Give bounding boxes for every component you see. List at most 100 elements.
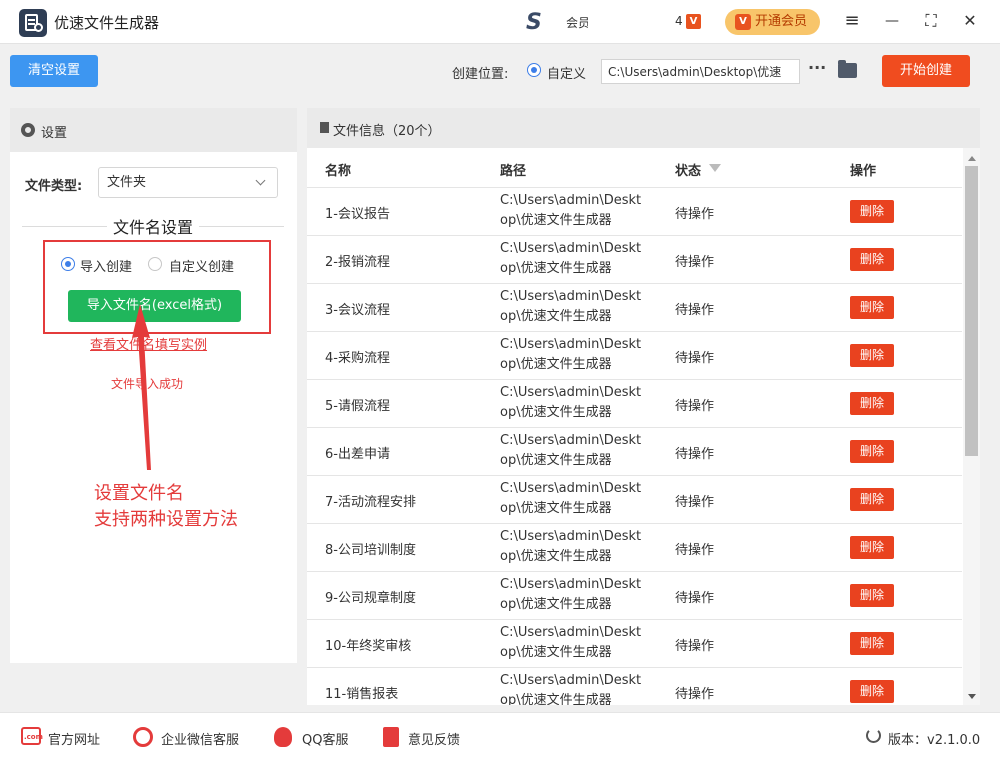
delete-button[interactable]: 删除 <box>850 296 894 319</box>
filter-icon[interactable] <box>709 164 721 172</box>
minimize-icon[interactable]: — <box>881 10 903 32</box>
delete-button[interactable]: 删除 <box>850 440 894 463</box>
row-name: 9-公司规章制度 <box>325 591 416 606</box>
row-path: C:\Users\admin\Desktop\优速文件生成器 <box>500 433 642 468</box>
app-logo-icon <box>19 9 47 37</box>
row-status: 待操作 <box>675 543 715 558</box>
location-custom-radio[interactable] <box>527 63 541 77</box>
ad-logo-icon[interactable]: S <box>526 10 542 35</box>
annotation-arrow <box>132 304 151 470</box>
file-icon <box>320 122 329 133</box>
version-label: 版本：v2.1.0.0 <box>888 733 981 748</box>
delete-button[interactable]: 删除 <box>850 536 894 559</box>
row-name: 2-报销流程 <box>325 255 390 270</box>
table-row: 4-采购流程 C:\Users\admin\Desktop\优速文件生成器 待操作 删… <box>307 332 962 380</box>
table-row: 11-销售报表 C:\Users\admin\Desktop\优速文件生成器 待操作… <box>307 668 962 705</box>
file-table-body: 1-会议报告 C:\Users\admin\Desktop\优速文件生成器 待操作删… <box>307 188 962 705</box>
row-path: C:\Users\admin\Desktop\优速文件生成器 <box>500 577 642 612</box>
row-name: 8-公司培训制度 <box>325 543 416 558</box>
feedback-icon[interactable] <box>383 727 399 747</box>
location-label: 创建位置: <box>452 67 509 82</box>
qq-icon[interactable] <box>274 727 292 747</box>
vip-icon: V <box>735 14 751 30</box>
row-status: 待操作 <box>675 303 715 318</box>
column-path: 路径 <box>500 164 527 179</box>
row-path: C:\Users\admin\Desktop\优速文件生成器 <box>500 481 642 516</box>
table-header: 名称 路径 状态 操作 <box>307 148 962 188</box>
output-path-field[interactable] <box>601 59 800 84</box>
refresh-icon[interactable] <box>866 728 881 743</box>
ad-text[interactable]: 会员 <box>566 14 588 31</box>
table-row: 7-活动流程安排 C:\Users\admin\Desktop\优速文件生成器 待操… <box>307 476 962 524</box>
annotation-line-2: 支持两种设置方法 <box>94 509 238 530</box>
delete-button[interactable]: 删除 <box>850 488 894 511</box>
column-status: 状态 <box>675 164 702 179</box>
menu-icon[interactable]: ≡ <box>841 10 863 32</box>
delete-button[interactable]: 删除 <box>850 344 894 367</box>
website-link[interactable]: 官方网址 <box>48 729 100 748</box>
row-status: 待操作 <box>675 639 715 654</box>
maximize-icon[interactable]: ⛶ <box>920 10 942 32</box>
vip-button-label: 开通会员 <box>755 14 808 29</box>
row-name: 10-年终奖审核 <box>325 639 412 654</box>
row-status: 待操作 <box>675 687 715 702</box>
row-name: 7-活动流程安排 <box>325 495 416 510</box>
row-status: 待操作 <box>675 591 715 606</box>
more-options-icon[interactable]: ··· <box>808 58 826 77</box>
table-row: 6-出差申请 C:\Users\admin\Desktop\优速文件生成器 待操作 删… <box>307 428 962 476</box>
row-path: C:\Users\admin\Desktop\优速文件生成器 <box>500 337 642 372</box>
delete-button[interactable]: 删除 <box>850 680 894 703</box>
row-path: C:\Users\admin\Desktop\优速文件生成器 <box>500 625 642 660</box>
delete-button[interactable]: 删除 <box>850 248 894 271</box>
row-status: 待操作 <box>675 495 715 510</box>
website-icon[interactable]: .com <box>21 727 43 745</box>
footer: .com 官方网址 企业微信客服 QQ客服 意见反馈 版本：v2.1.0.0 <box>0 712 1000 760</box>
row-name: 5-请假流程 <box>325 399 390 414</box>
row-path: C:\Users\admin\Desktop\优速文件生成器 <box>500 529 642 564</box>
row-path: C:\Users\admin\Desktop\优速文件生成器 <box>500 673 642 705</box>
scroll-thumb[interactable] <box>965 166 978 456</box>
row-status: 待操作 <box>675 351 715 366</box>
table-row: 3-会议流程 C:\Users\admin\Desktop\优速文件生成器 待操作 删… <box>307 284 962 332</box>
table-row: 5-请假流程 C:\Users\admin\Desktop\优速文件生成器 待操作 删… <box>307 380 962 428</box>
ad-number[interactable]: 4 <box>675 14 683 28</box>
clear-settings-button[interactable]: 清空设置 <box>10 55 98 87</box>
close-icon[interactable]: ✕ <box>959 10 981 32</box>
row-path: C:\Users\admin\Desktop\优速文件生成器 <box>500 241 642 276</box>
scrollbar[interactable] <box>963 148 980 705</box>
delete-button[interactable]: 删除 <box>850 392 894 415</box>
wechat-icon[interactable] <box>133 727 153 747</box>
feedback-link[interactable]: 意见反馈 <box>408 729 460 748</box>
start-create-button[interactable]: 开始创建 <box>882 55 970 87</box>
row-status: 待操作 <box>675 255 715 270</box>
file-info-header: 文件信息（20个） <box>307 108 980 148</box>
row-status: 待操作 <box>675 399 715 414</box>
table-row: 8-公司培训制度 C:\Users\admin\Desktop\优速文件生成器 待操… <box>307 524 962 572</box>
scroll-down-icon[interactable] <box>968 694 976 699</box>
row-status: 待操作 <box>675 447 715 462</box>
file-info-panel: 文件信息（20个） 名称 路径 状态 操作 1-会议报告 C:\Users\adm… <box>307 108 980 705</box>
row-path: C:\Users\admin\Desktop\优速文件生成器 <box>500 193 642 228</box>
settings-panel: 设置 文件类型: 文件夹 文件名设置 导入创建 自定义创建 导入文件名(exce… <box>10 108 297 663</box>
row-path: C:\Users\admin\Desktop\优速文件生成器 <box>500 385 642 420</box>
row-name: 3-会议流程 <box>325 303 390 318</box>
delete-button[interactable]: 删除 <box>850 200 894 223</box>
table-row: 10-年终奖审核 C:\Users\admin\Desktop\优速文件生成器 待操… <box>307 620 962 668</box>
qq-service-link[interactable]: QQ客服 <box>302 729 348 748</box>
scroll-up-icon[interactable] <box>968 156 976 161</box>
folder-icon[interactable] <box>838 60 857 78</box>
location-custom-label[interactable]: 自定义 <box>547 63 586 82</box>
row-name: 4-采购流程 <box>325 351 390 366</box>
ad-badge-icon[interactable]: V <box>686 14 701 29</box>
app-title: 优速文件生成器 <box>54 14 160 32</box>
row-name: 6-出差申请 <box>325 447 390 462</box>
column-name: 名称 <box>325 164 352 179</box>
row-name: 11-销售报表 <box>325 687 399 702</box>
title-bar: 优速文件生成器 S 会员 4 V V 开通会员 ≡ — ⛶ ✕ <box>0 0 1000 44</box>
delete-button[interactable]: 删除 <box>850 584 894 607</box>
vip-button[interactable]: V 开通会员 <box>725 9 820 35</box>
row-name: 1-会议报告 <box>325 207 390 222</box>
annotation-line-1: 设置文件名 <box>94 483 184 504</box>
wechat-service-link[interactable]: 企业微信客服 <box>161 729 239 748</box>
delete-button[interactable]: 删除 <box>850 632 894 655</box>
